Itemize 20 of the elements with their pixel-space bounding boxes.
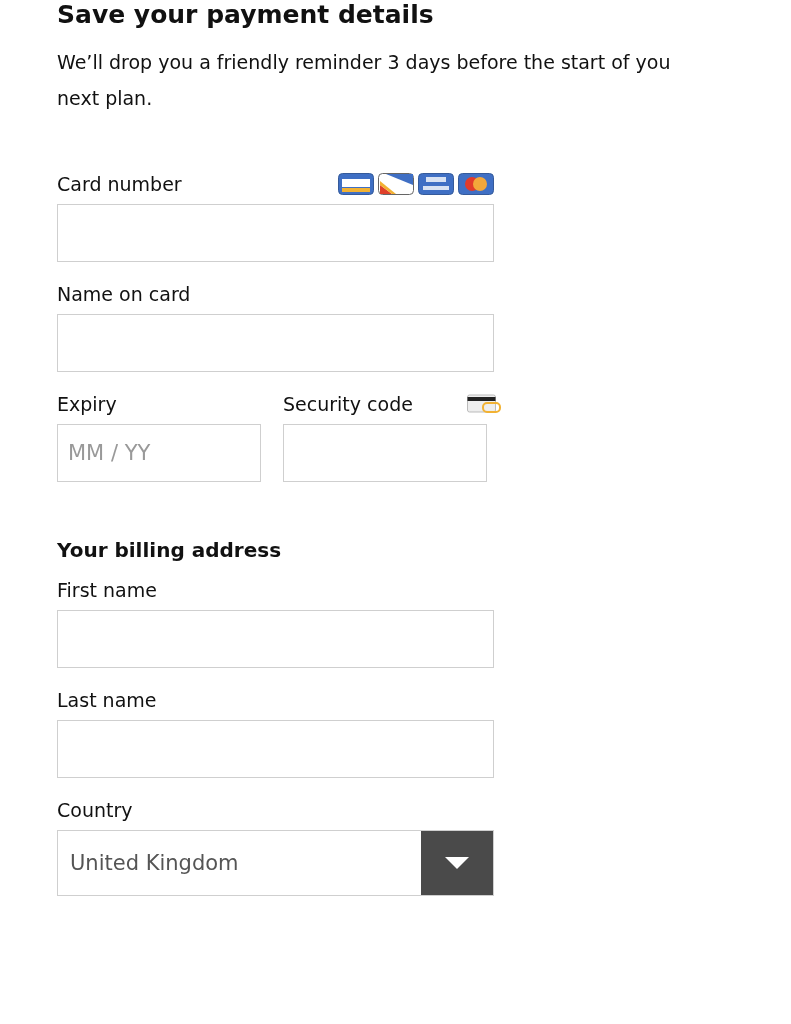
page-title: Save your payment details (57, 0, 435, 30)
field-label: Name on card (57, 283, 191, 305)
field-label: Last name (57, 689, 157, 711)
section-title: Your billing address (57, 537, 283, 564)
card-icon (418, 173, 454, 195)
intro-text: We’ll drop you a friendly reminder 3 days before the start of you next plan. (57, 50, 672, 111)
name-on-card-field[interactable] (57, 314, 494, 372)
field-label: Expiry (57, 393, 117, 415)
field-label: Security code (283, 393, 413, 415)
field-label: Card number (57, 173, 182, 195)
first-name-field[interactable] (57, 610, 494, 668)
field-label: First name (57, 579, 157, 601)
security-code-field[interactable] (283, 424, 487, 482)
card-number-field[interactable] (57, 204, 494, 262)
country-select[interactable]: United Kingdom (57, 830, 494, 896)
security-code-card-icon (467, 394, 501, 414)
field-label: Country (57, 799, 133, 821)
last-name-field[interactable] (57, 720, 494, 778)
caret-icon (445, 857, 469, 869)
expiry-field[interactable]: MM / YY (57, 424, 261, 482)
